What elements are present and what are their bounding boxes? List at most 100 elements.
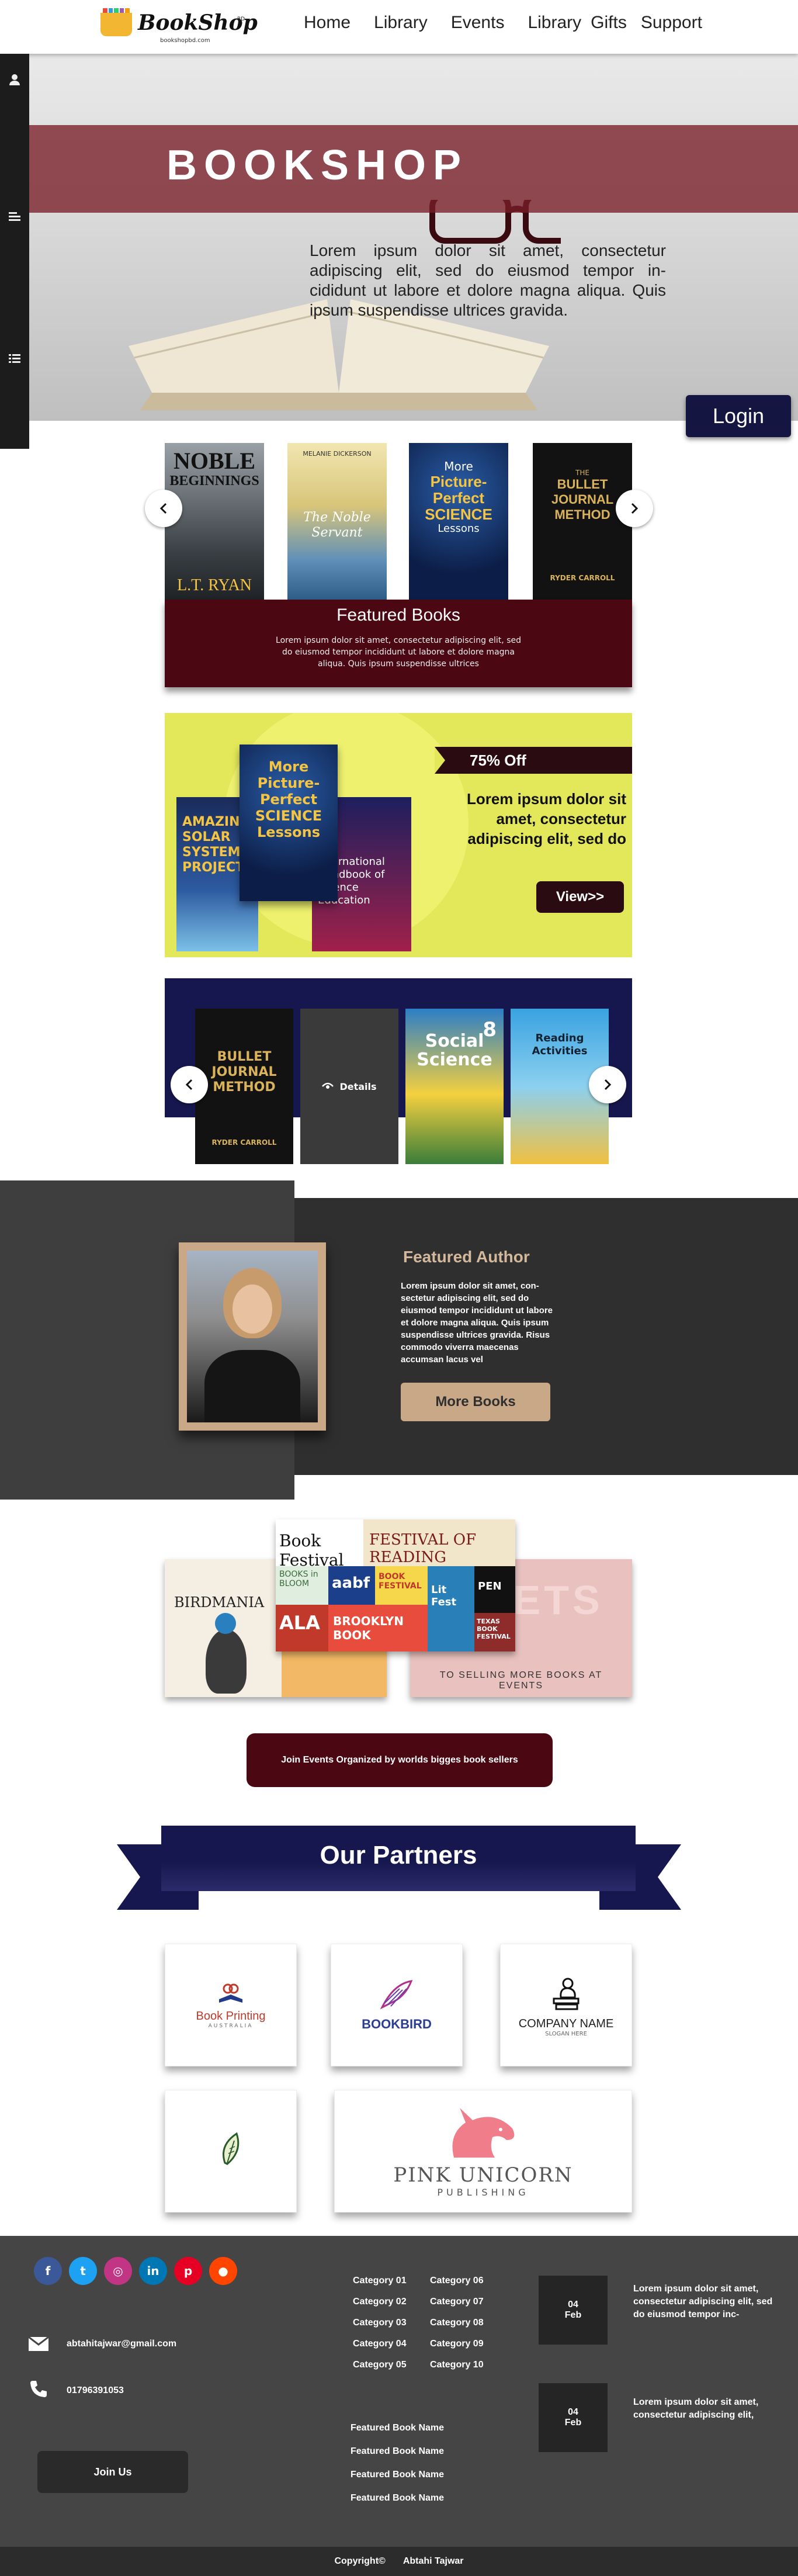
footer-category-link[interactable]: Category 03 — [353, 2318, 407, 2328]
news-text[interactable]: Lorem ipsum dolor sit amet, consectetur … — [633, 2283, 779, 2321]
facebook-icon[interactable]: f — [34, 2257, 62, 2285]
book-cover-title: BULLET JOURNAL METHOD — [211, 1050, 277, 1095]
book-cover-tag: Lessons — [438, 522, 480, 535]
book-cover-author: RYDER CARROLL — [211, 1138, 277, 1147]
hero-title: BOOKSHOP — [166, 142, 469, 189]
partner-card[interactable]: Book Printing AUSTRALIA — [165, 1944, 297, 2066]
offer-description: Lorem ipsum dolor sit amet, consectetur … — [466, 790, 626, 847]
book-cover[interactable]: THE BULLET JOURNAL METHOD RYDER CARROLL — [533, 443, 632, 600]
login-button[interactable]: Login — [686, 395, 791, 437]
footer-category-link[interactable]: Category 10 — [430, 2360, 484, 2370]
hero-banner: BOOKSHOP Lorem ipsum dolor sit amet, con… — [29, 54, 798, 421]
contact-phone[interactable]: 01796391053 — [67, 2385, 124, 2396]
reddit-icon[interactable]: ● — [209, 2257, 237, 2285]
twitter-icon[interactable]: t — [69, 2257, 97, 2285]
carousel-next-button[interactable] — [589, 1066, 626, 1103]
linkedin-icon[interactable]: in — [139, 2257, 167, 2285]
festival-label: Lit Fest — [428, 1566, 474, 1651]
menu-icon[interactable] — [8, 209, 22, 223]
nav-gifts[interactable]: Gifts — [591, 13, 627, 33]
contact-email[interactable]: abtahitajwar@gmail.com — [67, 2339, 176, 2349]
main-nav: Home Library Events Library Gifts Suppor… — [304, 13, 702, 33]
partners-title: Our Partners — [320, 1841, 477, 1869]
partner-sub: PUBLISHING — [437, 2186, 529, 2198]
chevron-left-icon — [185, 1079, 193, 1090]
festival-label: ALA — [276, 1605, 328, 1651]
more-books-button[interactable]: More Books — [401, 1383, 550, 1421]
nav-events[interactable]: Events — [451, 13, 505, 33]
instagram-icon[interactable]: ◎ — [104, 2257, 132, 2285]
partner-card[interactable] — [165, 2090, 297, 2213]
festival-label: PEN — [474, 1566, 515, 1613]
partner-card[interactable]: COMPANY NAME SLOGAN HERE — [500, 1944, 632, 2066]
featured-books-title: Featured Books — [336, 605, 460, 625]
nav-library[interactable]: Library — [374, 13, 428, 33]
partner-name: BOOKBIRD — [362, 2017, 432, 2031]
featured-book-link[interactable]: Featured Book Name — [351, 2470, 444, 2480]
partner-sub: SLOGAN HERE — [545, 2031, 587, 2037]
partner-card[interactable]: PINK UNICORN PUBLISHING — [334, 2090, 632, 2213]
brand-logo[interactable]: BookShop bookshopbd.com BD — [97, 7, 258, 47]
footer-category-link[interactable]: Category 06 — [430, 2276, 484, 2286]
book-cover-pretitle: THE — [575, 469, 589, 477]
book-cover[interactable]: MELANIE DICKERSON The Noble Servant — [287, 443, 387, 600]
brand-mark: BD — [237, 16, 245, 22]
copyright-bar: Copyright© Abtahi Tajwar — [0, 2547, 798, 2576]
news-date-badge: 04 Feb — [539, 2383, 608, 2452]
footer-category-link[interactable]: Category 09 — [430, 2339, 484, 2349]
nav-home[interactable]: Home — [304, 13, 351, 33]
footer-category-link[interactable]: Category 05 — [353, 2360, 407, 2370]
nav-library-2[interactable]: Library — [528, 13, 581, 33]
book-cover[interactable]: BULLET JOURNAL METHOD RYDER CARROLL — [195, 1009, 293, 1164]
copyright-name: Abtahi Tajwar — [403, 2556, 464, 2566]
book-cover-title: Picture-Perfect SCIENCE — [425, 473, 492, 523]
featured-book-link[interactable]: Featured Book Name — [351, 2493, 444, 2504]
hero-description: Lorem ipsum dolor sit amet, consectetur … — [310, 241, 666, 319]
news-date-badge: 04 Feb — [539, 2276, 608, 2345]
book-cover[interactable]: More Picture-Perfect SCIENCE Lessons — [240, 745, 338, 901]
book-cover-title: Reading Activities — [532, 1032, 588, 1057]
list-icon[interactable] — [8, 352, 22, 366]
view-offer-button[interactable]: View>> — [536, 881, 624, 913]
partner-card[interactable]: BOOKBIRD — [331, 1944, 463, 2066]
event-poster-title: BIRDMANIA — [174, 1594, 265, 1611]
nav-support[interactable]: Support — [641, 13, 702, 33]
book-cover[interactable]: Social Science 8 — [405, 1009, 504, 1164]
festival-label: Book Festival — [276, 1519, 363, 1570]
footer-category-link[interactable]: Category 01 — [353, 2276, 407, 2286]
news-text[interactable]: Lorem ipsum dolor sit amet, consectetur … — [633, 2396, 779, 2422]
join-events-button[interactable]: Join Events Organized by worlds bigges b… — [247, 1733, 553, 1787]
book-details-overlay[interactable]: Details — [300, 1009, 398, 1164]
user-icon[interactable] — [8, 72, 22, 86]
join-us-button[interactable]: Join Us — [37, 2451, 188, 2493]
book-cover-subtitle: BEGINNINGS — [169, 473, 259, 489]
carousel-next-button[interactable] — [616, 490, 653, 527]
brand-tagline: bookshopbd.com — [160, 37, 210, 44]
featured-author-bio: Lorem ipsum dolor sit amet, con-sectetur… — [401, 1281, 553, 1365]
copyright-label: Copyright© — [334, 2556, 386, 2566]
carousel-prev-button[interactable] — [171, 1066, 208, 1103]
featured-books-carousel: NOBLE BEGINNINGS L.T. RYAN MELANIE DICKE… — [145, 443, 653, 687]
duck-books-logo-icon — [553, 1978, 580, 2010]
chevron-left-icon — [159, 503, 167, 514]
book-cover[interactable]: More Picture-Perfect SCIENCE Lessons — [409, 443, 508, 600]
mail-icon — [28, 2336, 49, 2351]
featured-book-link[interactable]: Featured Book Name — [351, 2423, 444, 2433]
news-month: Feb — [564, 2310, 582, 2320]
book-festivals-collage[interactable]: Book Festival FESTIVAL OF READING BOOKS … — [276, 1519, 515, 1651]
book-cover[interactable]: NOBLE BEGINNINGS L.T. RYAN — [165, 443, 264, 600]
festival-label: aabf — [328, 1566, 375, 1605]
carousel-prev-button[interactable] — [145, 490, 182, 527]
footer-category-link[interactable]: Category 02 — [353, 2297, 407, 2307]
footer-category-link[interactable]: Category 04 — [353, 2339, 407, 2349]
festival-label: FESTIVAL OF READING — [363, 1519, 515, 1566]
side-toolbar — [0, 54, 29, 449]
book-cover-grade: 8 — [483, 1018, 497, 1041]
book-cover-author: MELANIE DICKERSON — [303, 450, 372, 458]
eye-icon — [322, 1082, 334, 1089]
footer-category-link[interactable]: Category 08 — [430, 2318, 484, 2328]
featured-book-link[interactable]: Featured Book Name — [351, 2446, 444, 2457]
footer-category-link[interactable]: Category 07 — [430, 2297, 484, 2307]
pinterest-icon[interactable]: p — [174, 2257, 202, 2285]
phone-icon — [30, 2381, 47, 2397]
